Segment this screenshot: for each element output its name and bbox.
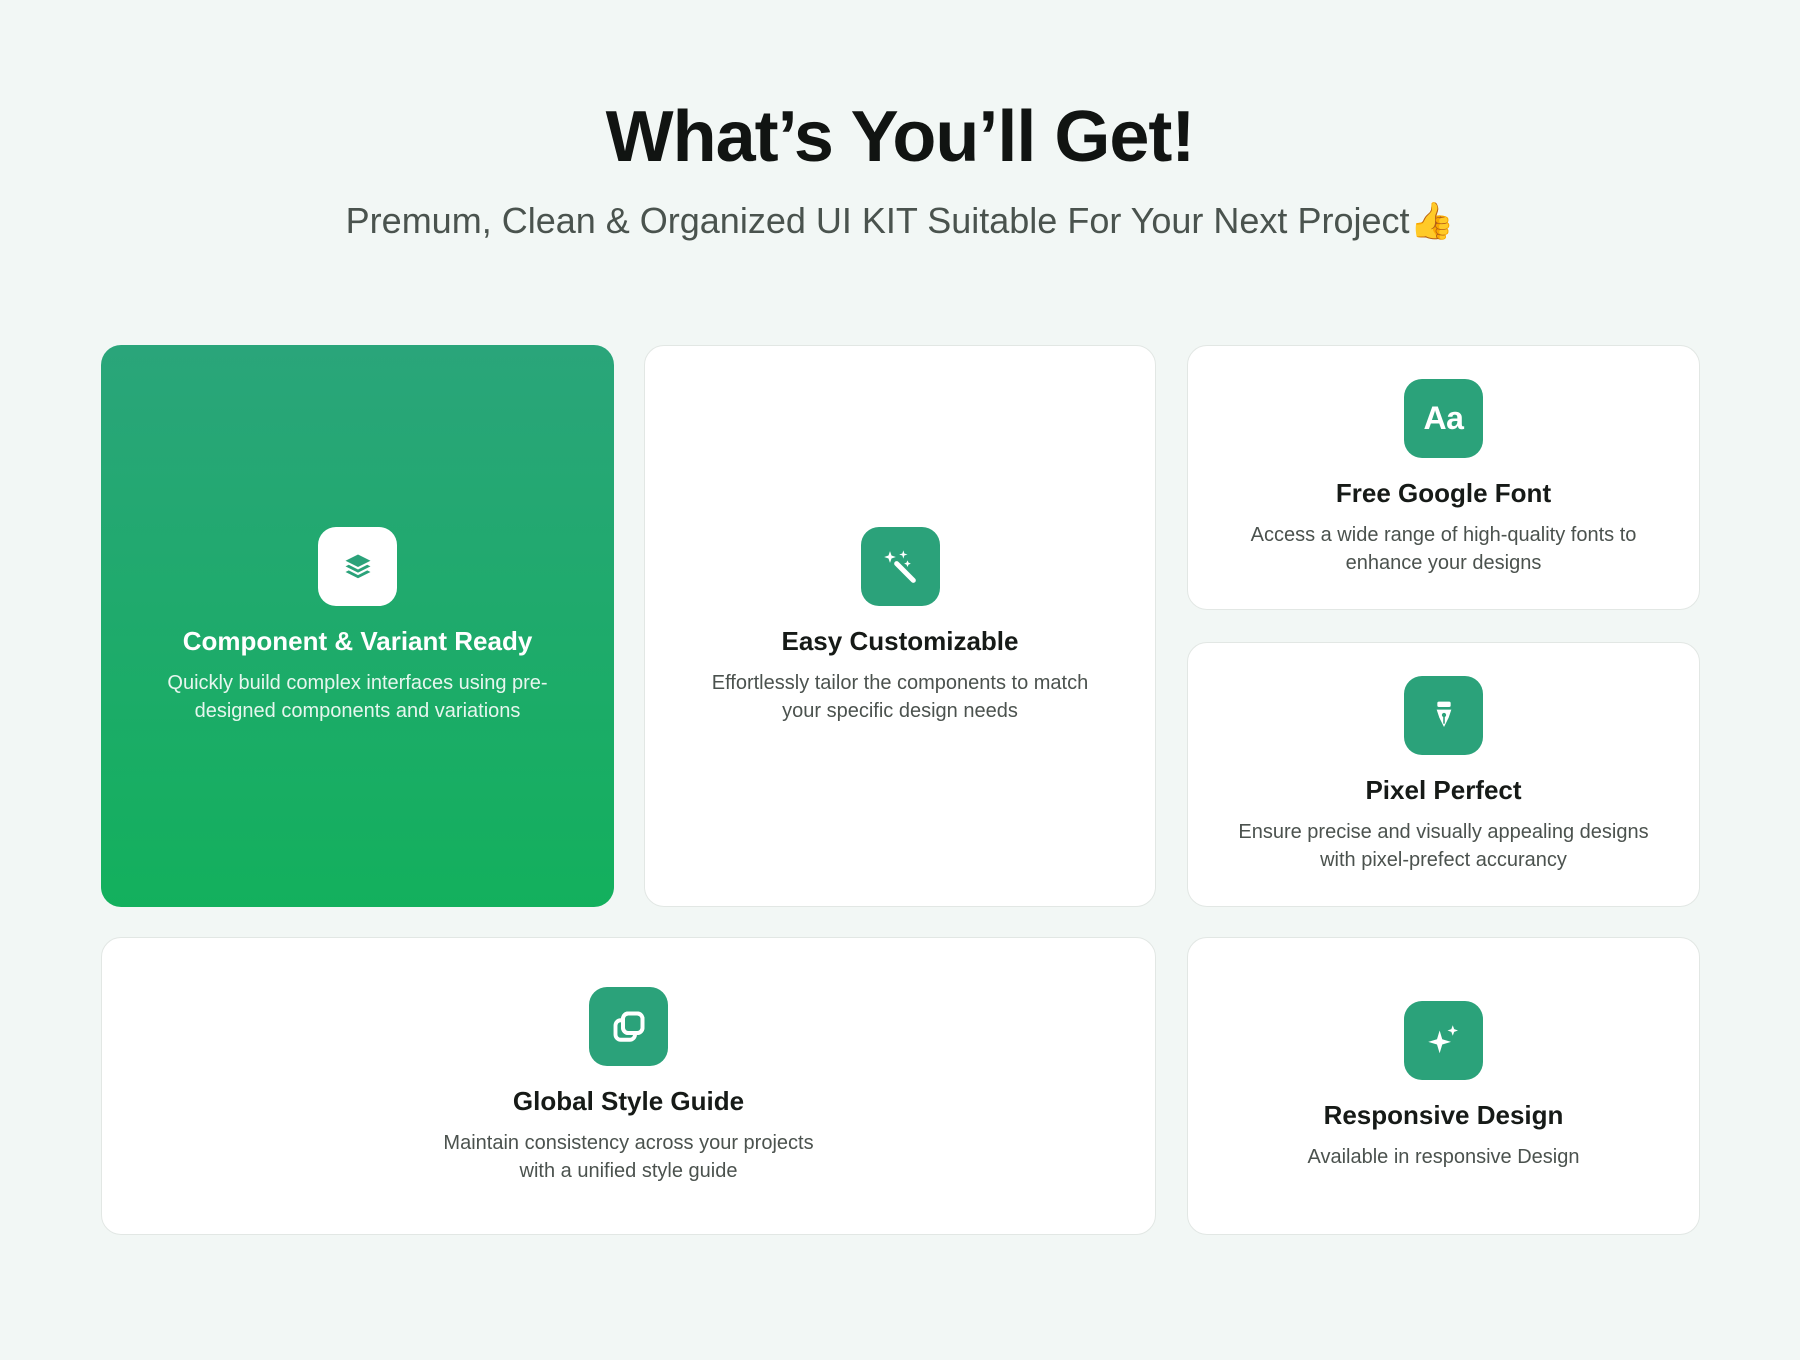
feature-description: Ensure precise and visually appealing de…	[1238, 820, 1649, 871]
feature-card-pixel-perfect: Pixel Perfect Ensure precise and visuall…	[1187, 642, 1700, 907]
feature-description: Quickly build complex interfaces using p…	[167, 672, 548, 722]
feature-description: Effortlessly tailor the components to ma…	[711, 672, 1089, 722]
feature-card-free-google-font: Aa Free Google Font Access a wide range …	[1187, 345, 1700, 610]
feature-title: Pixel Perfect	[1365, 774, 1522, 805]
page-title: What’s You’ll Get!	[605, 97, 1196, 177]
pen-tool-icon	[1404, 675, 1483, 755]
magic-wand-icon	[860, 527, 940, 606]
feature-description: Available in responsive Design	[1307, 1146, 1580, 1168]
feature-description: Access a wide range of high-quality font…	[1250, 523, 1637, 574]
layers-icon	[318, 527, 397, 606]
feature-title: Component & Variant Ready	[182, 626, 533, 656]
font-icon: Aa	[1404, 378, 1483, 458]
page-subtitle: Premum, Clean & Organized UI KIT Suitabl…	[345, 200, 1455, 241]
style-guide-icon	[589, 987, 668, 1066]
feature-card-easy-customizable: Easy Customizable Effortlessly tailor th…	[644, 345, 1156, 907]
feature-title: Easy Customizable	[781, 626, 1019, 656]
feature-description: Maintain consistency across your project…	[443, 1132, 814, 1182]
feature-card-component-variant: Component & Variant Ready Quickly build …	[101, 345, 614, 907]
feature-card-responsive-design: Responsive Design Available in responsiv…	[1187, 937, 1700, 1235]
feature-title: Responsive Design	[1323, 1100, 1564, 1130]
feature-title: Global Style Guide	[512, 1086, 745, 1116]
sparkle-icon	[1404, 1001, 1483, 1080]
feature-card-global-style-guide: Global Style Guide Maintain consistency …	[101, 937, 1156, 1235]
feature-title: Free Google Font	[1335, 477, 1552, 508]
features-page: What’s You’ll Get! Premum, Clean & Organ…	[0, 0, 1800, 1360]
